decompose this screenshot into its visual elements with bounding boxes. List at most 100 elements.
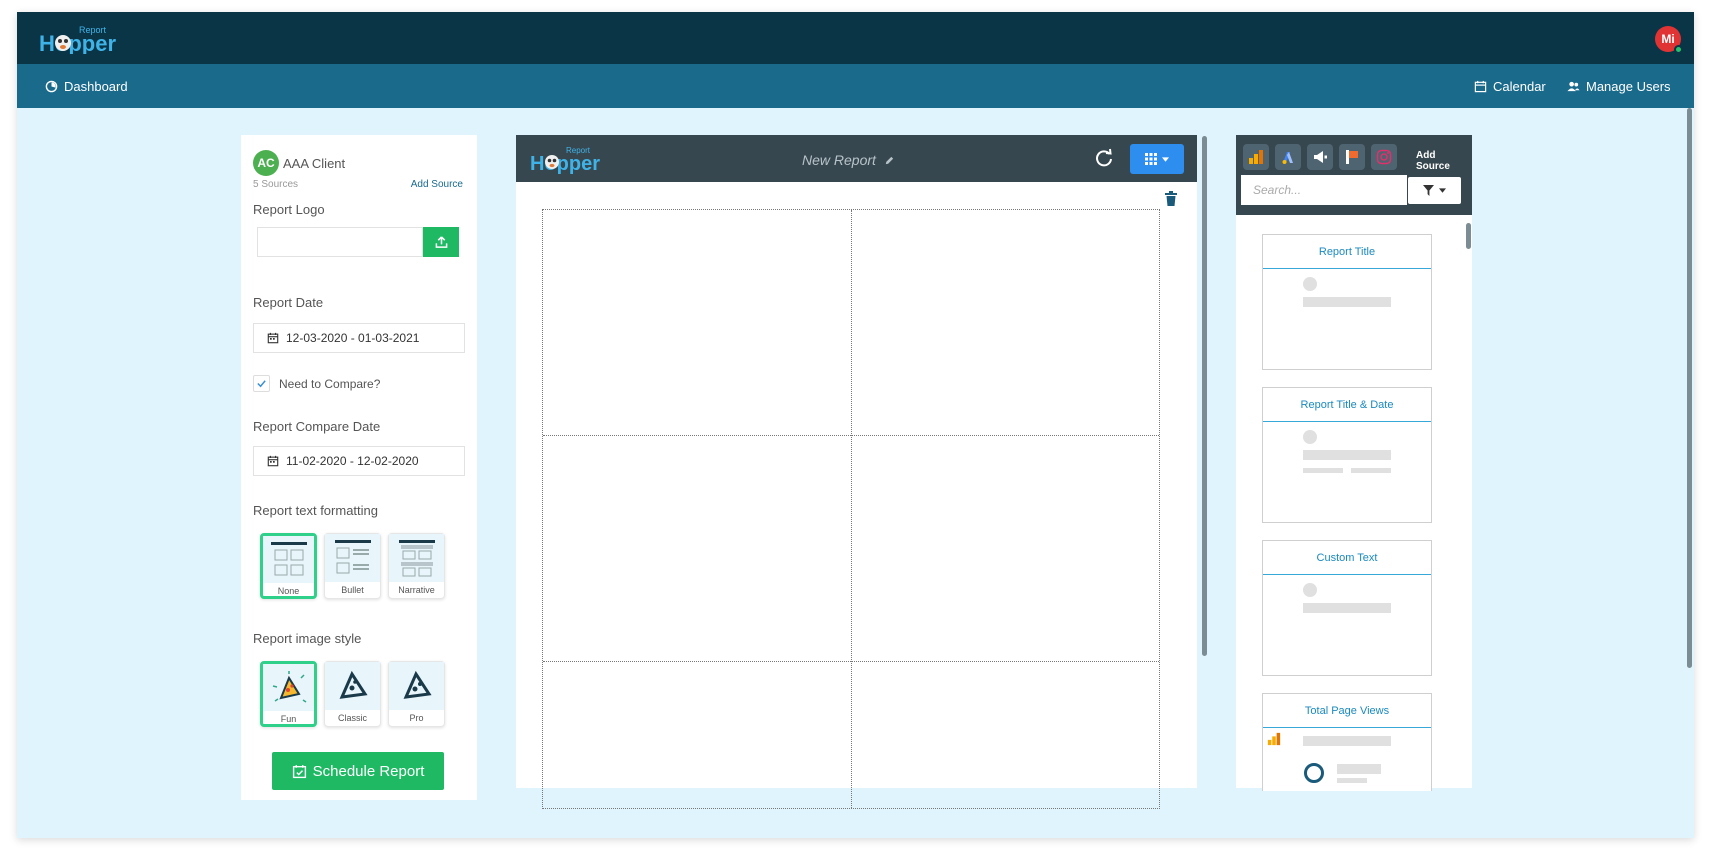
format-narrative-icon bbox=[389, 534, 444, 582]
widget-search-input[interactable]: Search... bbox=[1241, 175, 1407, 205]
placeholder-bar bbox=[1303, 736, 1391, 746]
nav-dashboard-label: Dashboard bbox=[64, 78, 128, 94]
image-style-classic[interactable]: Classic bbox=[324, 661, 381, 727]
caret-down-icon bbox=[1439, 188, 1446, 193]
widget-title: Total Page Views bbox=[1263, 694, 1431, 728]
add-source-link[interactable]: Add Source bbox=[411, 179, 463, 190]
client-name: AAA Client bbox=[283, 155, 346, 171]
widget-title: Report Title & Date bbox=[1263, 388, 1431, 422]
check-icon bbox=[257, 380, 266, 388]
nav-bar: Dashboard Calendar Manage Users bbox=[17, 64, 1694, 108]
widget-total-page-views[interactable]: Total Page Views bbox=[1262, 693, 1432, 791]
placeholder-bar bbox=[1337, 778, 1367, 783]
fun-pizza-icon bbox=[263, 664, 314, 711]
widget-title: Report Title bbox=[1263, 235, 1431, 269]
google-analytics-icon bbox=[1267, 732, 1281, 746]
report-editor-panel: Report Hopper New Report bbox=[516, 135, 1197, 809]
compare-label: Need to Compare? bbox=[279, 376, 381, 391]
pencil-icon[interactable] bbox=[884, 155, 895, 166]
upload-icon bbox=[435, 235, 447, 248]
editor-scrollbar[interactable] bbox=[1202, 136, 1207, 656]
nav-manage-users[interactable]: Manage Users bbox=[1567, 64, 1671, 108]
format-bullet-icon bbox=[325, 534, 380, 582]
top-bar: Report Hopper Mi bbox=[17, 12, 1694, 64]
text-format-narrative-label: Narrative bbox=[398, 585, 435, 595]
text-format-none[interactable]: None bbox=[260, 533, 317, 599]
calendar-icon bbox=[1474, 80, 1487, 92]
nav-calendar[interactable]: Calendar bbox=[1474, 64, 1546, 108]
nav-calendar-label: Calendar bbox=[1493, 78, 1546, 94]
google-my-business-icon[interactable] bbox=[1339, 144, 1365, 170]
compare-checkbox[interactable] bbox=[253, 375, 270, 392]
widget-filter-button[interactable] bbox=[1408, 177, 1461, 204]
trash-icon[interactable] bbox=[1164, 191, 1178, 207]
report-title[interactable]: New Report bbox=[802, 152, 895, 168]
editor-logo: Report Hopper bbox=[530, 144, 620, 175]
editor-logo-main-text: Hopper bbox=[530, 153, 600, 174]
placeholder-dot bbox=[1303, 583, 1317, 597]
widget-library-panel: Add Source Search... Report Title Report… bbox=[1236, 135, 1472, 791]
widget-report-title-date[interactable]: Report Title & Date bbox=[1262, 387, 1432, 523]
widget-search-placeholder: Search... bbox=[1253, 183, 1302, 197]
compare-date-picker[interactable]: 11-02-2020 - 12-02-2020 bbox=[253, 446, 465, 476]
text-format-none-label: None bbox=[277, 586, 300, 596]
nav-manage-users-label: Manage Users bbox=[1586, 78, 1671, 94]
format-none-icon bbox=[263, 536, 314, 583]
placeholder-dot bbox=[1303, 277, 1317, 291]
compare-date-value: 11-02-2020 - 12-02-2020 bbox=[286, 454, 419, 468]
client-selector[interactable]: AC AAA Client bbox=[253, 150, 345, 176]
text-format-bullet[interactable]: Bullet bbox=[324, 533, 381, 599]
facebook-ads-icon[interactable] bbox=[1307, 144, 1333, 170]
layout-grid-button[interactable] bbox=[1130, 144, 1184, 174]
users-icon bbox=[1567, 81, 1580, 91]
grid-icon bbox=[1145, 153, 1157, 165]
report-logo-input[interactable] bbox=[257, 227, 423, 257]
user-avatar[interactable]: Mi bbox=[1655, 26, 1683, 54]
editor-header: Report Hopper New Report bbox=[516, 135, 1197, 182]
widget-custom-text[interactable]: Custom Text bbox=[1262, 540, 1432, 676]
placeholder-bar bbox=[1303, 450, 1391, 460]
compare-date-label: Report Compare Date bbox=[253, 419, 381, 434]
client-avatar: AC bbox=[253, 150, 279, 176]
filter-icon bbox=[1423, 185, 1434, 196]
widget-library-scrollbar[interactable] bbox=[1466, 223, 1471, 249]
instagram-icon[interactable] bbox=[1371, 144, 1397, 170]
calendar-check-icon bbox=[292, 764, 306, 778]
placeholder-bar bbox=[1337, 764, 1381, 774]
compare-toggle[interactable]: Need to Compare? bbox=[253, 375, 380, 392]
google-analytics-icon[interactable] bbox=[1243, 144, 1269, 170]
grid-divider-vertical bbox=[851, 210, 852, 808]
image-style-options: Fun Classic Pro bbox=[260, 661, 445, 727]
report-hopper-logo[interactable]: Report Hopper bbox=[39, 24, 139, 56]
text-formatting-options: None Bullet Narrative bbox=[260, 533, 445, 599]
text-format-narrative[interactable]: Narrative bbox=[388, 533, 445, 599]
image-style-label: Report image style bbox=[253, 631, 362, 646]
report-date-value: 12-03-2020 - 01-03-2021 bbox=[286, 331, 420, 345]
classic-pizza-icon bbox=[325, 662, 380, 710]
placeholder-bar bbox=[1303, 603, 1391, 613]
image-style-fun-label: Fun bbox=[280, 714, 297, 724]
grid-divider-row-1 bbox=[543, 435, 1159, 436]
placeholder-bar bbox=[1351, 468, 1391, 473]
image-style-pro-label: Pro bbox=[409, 713, 424, 723]
grid-divider-row-2 bbox=[543, 661, 1159, 662]
report-layout-grid[interactable] bbox=[542, 209, 1160, 809]
online-status-dot bbox=[1674, 45, 1683, 54]
dashboard-icon bbox=[45, 80, 58, 92]
schedule-report-button[interactable]: Schedule Report bbox=[272, 752, 444, 790]
google-ads-icon[interactable] bbox=[1275, 144, 1301, 170]
schedule-report-label: Schedule Report bbox=[312, 762, 425, 780]
logo-main-text: Hopper bbox=[39, 31, 116, 54]
refresh-icon[interactable] bbox=[1094, 148, 1114, 168]
widget-library-header: Add Source Search... bbox=[1236, 135, 1472, 215]
page-scrollbar[interactable] bbox=[1687, 108, 1692, 668]
image-style-fun[interactable]: Fun bbox=[260, 661, 317, 727]
upload-logo-button[interactable] bbox=[423, 227, 459, 257]
sidebar-add-source[interactable]: Add Source bbox=[1416, 150, 1472, 172]
nav-dashboard[interactable]: Dashboard bbox=[45, 64, 128, 108]
report-date-picker[interactable]: 12-03-2020 - 01-03-2021 bbox=[253, 323, 465, 353]
widget-report-title[interactable]: Report Title bbox=[1262, 234, 1432, 370]
image-style-pro[interactable]: Pro bbox=[388, 661, 445, 727]
image-style-classic-label: Classic bbox=[337, 713, 367, 723]
placeholder-bar bbox=[1303, 468, 1343, 473]
